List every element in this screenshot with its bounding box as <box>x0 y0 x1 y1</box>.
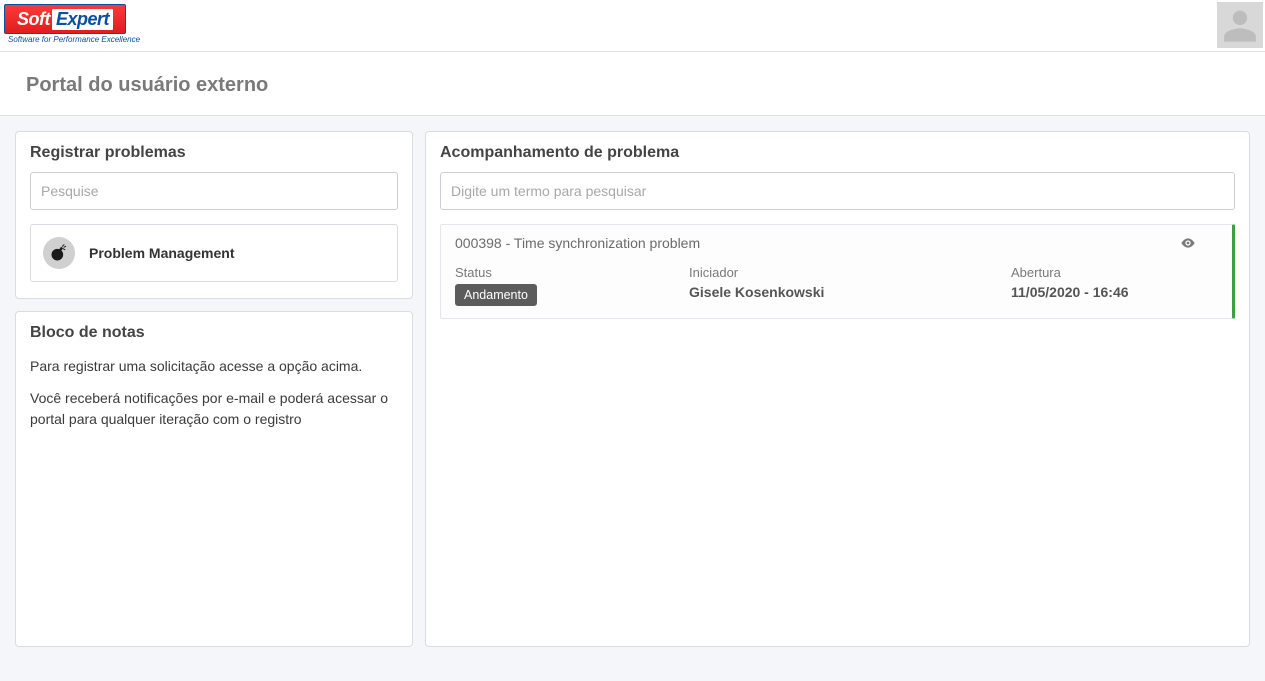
notes-line-2: Você receberá notificações por e-mail e … <box>30 388 398 429</box>
notes-panel: Bloco de notas Para registrar uma solici… <box>15 311 413 647</box>
topbar: Soft Expert Software for Performance Exc… <box>0 0 1265 52</box>
opened-value: 11/05/2020 - 16:46 <box>1011 284 1218 300</box>
register-panel: Registrar problemas Problem Management <box>15 131 413 299</box>
status-label: Status <box>455 265 689 280</box>
title-bar: Portal do usuário externo <box>0 52 1265 116</box>
tracking-search-input[interactable] <box>440 172 1235 210</box>
notes-body: Para registrar uma solicitação acesse a … <box>30 356 398 441</box>
register-title: Registrar problemas <box>30 144 398 162</box>
view-icon[interactable] <box>1180 235 1196 254</box>
status-badge: Andamento <box>455 284 537 306</box>
category-problem-management[interactable]: Problem Management <box>30 224 398 282</box>
notes-title: Bloco de notas <box>30 324 398 342</box>
initiator-label: Iniciador <box>689 265 1011 280</box>
logo-expert-text: Expert <box>56 9 109 29</box>
register-search-input[interactable] <box>30 172 398 210</box>
user-avatar[interactable] <box>1217 2 1263 48</box>
category-label: Problem Management <box>89 245 234 261</box>
person-icon <box>1220 5 1260 45</box>
content-area: Registrar problemas Problem Management B… <box>0 116 1265 662</box>
card-title: 000398 - Time synchronization problem <box>455 235 1218 251</box>
brand-logo: Soft Expert Software for Performance Exc… <box>4 4 140 44</box>
initiator-value: Gisele Kosenkowski <box>689 284 1011 300</box>
tracking-panel: Acompanhamento de problema 000398 - Time… <box>425 131 1250 647</box>
logo-tagline: Software for Performance Excellence <box>8 35 140 44</box>
tracking-card[interactable]: 000398 - Time synchronization problem St… <box>440 224 1235 319</box>
logo-soft-text: Soft <box>17 9 50 30</box>
opened-label: Abertura <box>1011 265 1218 280</box>
tracking-title: Acompanhamento de problema <box>440 144 1235 162</box>
bomb-icon <box>43 237 75 269</box>
notes-line-1: Para registrar uma solicitação acesse a … <box>30 356 398 376</box>
page-title: Portal do usuário externo <box>26 74 1239 97</box>
